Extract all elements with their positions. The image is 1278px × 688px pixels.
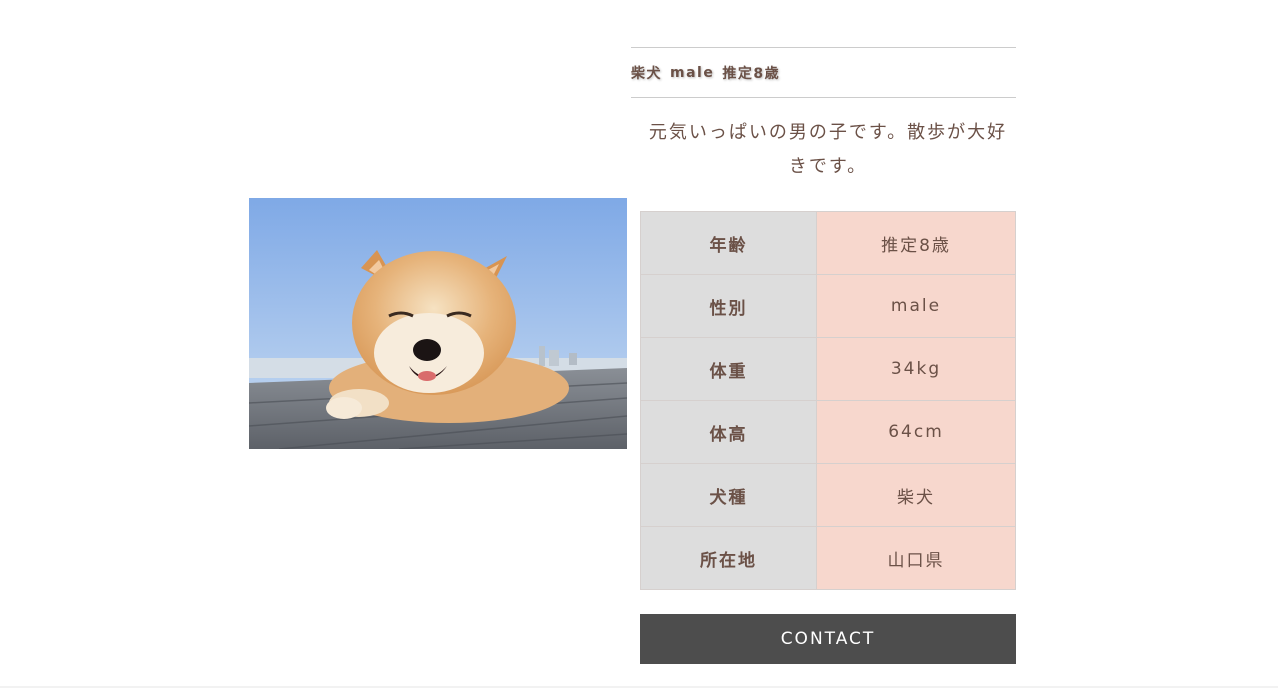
row-value-age: 推定8歳 (816, 211, 1016, 275)
dog-heading: 柴犬 male 推定8歳 (631, 47, 1016, 98)
row-value-gender: male (816, 274, 1016, 338)
row-label-gender: 性別 (640, 274, 817, 338)
row-value-breed: 柴犬 (816, 463, 1016, 527)
table-row: 年齢 推定8歳 (640, 211, 1016, 275)
heading-gender: male (670, 64, 715, 81)
profile-table: 年齢 推定8歳 性別 male 体重 34kg 体高 64cm 犬種 柴犬 所在… (640, 211, 1016, 590)
contact-button[interactable]: CONTACT (640, 614, 1016, 664)
dog-profile-page: 柴犬 male 推定8歳 元気いっぱいの男の子です。散歩が大好きです。 年齢 推… (0, 0, 1278, 688)
row-label-breed: 犬種 (640, 463, 817, 527)
heading-breed: 柴犬 (631, 65, 662, 82)
table-row: 性別 male (640, 274, 1016, 338)
heading-age: 推定8歳 (722, 65, 781, 82)
row-value-height: 64cm (816, 400, 1016, 464)
row-value-location: 山口県 (816, 526, 1016, 590)
row-label-location: 所在地 (640, 526, 817, 590)
row-label-age: 年齢 (640, 211, 817, 275)
table-row: 体高 64cm (640, 400, 1016, 464)
table-row: 所在地 山口県 (640, 526, 1016, 590)
row-value-weight: 34kg (816, 337, 1016, 401)
dog-description: 元気いっぱいの男の子です。散歩が大好きです。 (648, 122, 1008, 177)
table-row: 体重 34kg (640, 337, 1016, 401)
row-label-height: 体高 (640, 400, 817, 464)
table-row: 犬種 柴犬 (640, 463, 1016, 527)
row-label-weight: 体重 (640, 337, 817, 401)
dog-photo (249, 198, 627, 449)
